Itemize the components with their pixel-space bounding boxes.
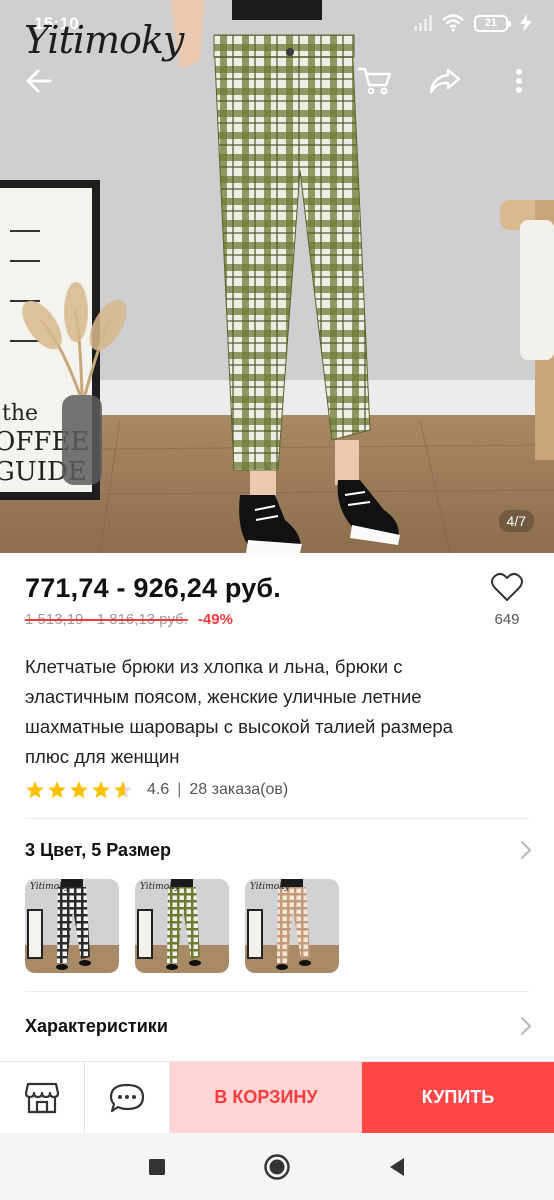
variant-thumbnail-green-white[interactable]: Yitimoky [135,879,229,973]
more-options-button[interactable] [498,60,540,102]
orders-count: 28 заказа(ов) [189,781,289,798]
rating-row[interactable]: 4.6 | 28 заказа(ов) [25,778,288,802]
battery-indicator: 21 [474,14,511,32]
specifications-link[interactable]: Характеристики [25,1012,532,1040]
back-arrow-icon [26,69,52,93]
rating-separator: | [177,781,182,798]
variant-thumbnail-beige[interactable]: Yitimoky [245,879,339,973]
chevron-right-icon [520,1016,532,1036]
original-price: 1 513,19 - 1 816,13 руб. [25,611,188,628]
product-title: Клетчатые брюки из хлопка и льна, брюки … [25,656,453,767]
back-button[interactable] [18,60,60,102]
variant-thumbnail-black-white[interactable]: Yitimoky [25,879,119,973]
variant-photo [25,879,119,973]
product-image-gallery[interactable]: the OFFEE GUIDE 15:10 21 Yitimoky 4/7 [0,0,554,553]
divider [25,818,529,819]
home-button[interactable] [263,1153,291,1181]
system-navigation-bar [0,1133,554,1200]
wishlist-button[interactable]: 649 [482,572,532,628]
thumbnail-brand-logo: Yitimoky [140,882,180,892]
image-page-indicator: 4/7 [498,510,534,532]
chevron-right-icon [520,840,532,860]
recent-apps-button[interactable] [143,1153,171,1181]
add-to-cart-button[interactable]: В КОРЗИНУ [170,1062,362,1133]
system-back-button[interactable] [383,1153,411,1181]
charging-icon [520,14,532,32]
share-button[interactable] [424,60,466,102]
bottom-action-bar: В КОРЗИНУ КУПИТЬ [0,1061,554,1133]
specifications-label: Характеристики [25,1015,168,1036]
rating-value: 4.6 [147,781,170,798]
buy-now-button[interactable]: КУПИТЬ [362,1062,554,1133]
divider [25,991,529,992]
square-icon [149,1158,165,1175]
home-circle-icon [264,1153,290,1180]
old-price-row: 1 513,19 - 1 816,13 руб. -49% [25,611,233,628]
star-icon [114,781,132,799]
wishlist-count: 649 [494,611,520,628]
variant-photo [135,879,229,973]
wifi-icon [442,14,464,32]
rating-stars [25,780,133,800]
share-icon [429,68,461,94]
chat-button[interactable] [85,1062,170,1133]
thumbnail-brand-logo: Yitimoky [250,882,290,892]
discount-badge: -49% [197,611,233,628]
brand-logo: Yitimoky [24,18,184,62]
star-icon [92,781,110,799]
product-photo: the OFFEE GUIDE [0,0,554,553]
thumbnail-brand-logo: Yitimoky [30,882,70,892]
status-icons: 21 [412,14,534,32]
star-icon [48,781,66,799]
chat-icon [109,1083,145,1112]
svg-text:the: the [2,401,38,426]
store-icon [25,1082,59,1113]
star-icon [70,781,88,799]
variants-selector[interactable]: 3 Цвет, 5 Размер [25,836,532,864]
signal-icon [414,15,432,31]
store-button[interactable] [0,1062,85,1133]
variant-thumbnails: Yitimoky Yitimoky Yitimoky [25,879,339,973]
heart-icon [491,572,523,601]
more-vert-icon [516,69,522,93]
cart-button[interactable] [354,60,396,102]
cart-icon [358,67,392,95]
variants-label: 3 Цвет, 5 Размер [25,839,172,860]
variant-photo [245,879,339,973]
star-icon [26,781,44,799]
triangle-back-icon [390,1157,404,1176]
price-range: 771,74 - 926,24 руб. [25,573,281,603]
